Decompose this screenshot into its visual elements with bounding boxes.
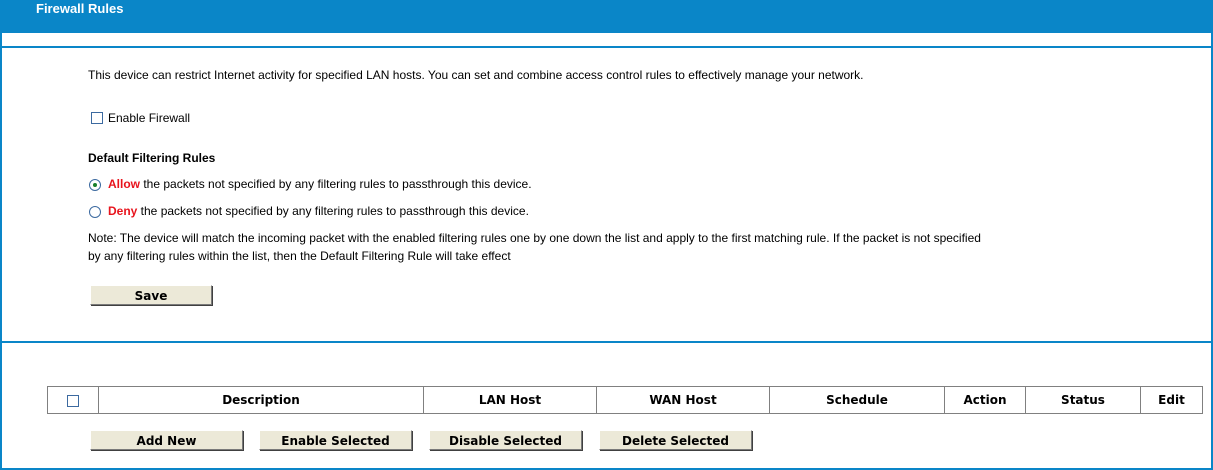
disable-selected-button[interactable]: Disable Selected [429,430,582,450]
col-description: Description [98,386,424,414]
rules-table: Description LAN Host WAN Host Schedule A… [47,386,1203,414]
col-schedule: Schedule [769,386,945,414]
deny-option-label: Deny the packets not specified by any fi… [108,204,529,218]
page-title: Firewall Rules [36,1,124,16]
col-lan-host: LAN Host [423,386,597,414]
allow-description: the packets not specified by any filteri… [140,177,532,191]
note-line-1: Note: The device will match the incoming… [88,231,981,245]
col-edit: Edit [1140,386,1203,414]
allow-keyword: Allow [108,177,140,191]
note-line-2: by any filtering rules within the list, … [88,249,511,263]
allow-radio[interactable] [89,179,101,191]
enable-firewall-checkbox[interactable] [91,112,103,124]
divider-top [0,46,1213,48]
divider-bottom [0,341,1213,343]
rules-table-header: Description LAN Host WAN Host Schedule A… [47,386,1203,414]
allow-option-label: Allow the packets not specified by any f… [108,177,532,191]
select-all-cell [47,386,99,414]
default-rules-heading: Default Filtering Rules [88,151,216,165]
enable-firewall-label: Enable Firewall [108,111,191,125]
title-bar: Firewall Rules [0,0,1213,33]
select-all-checkbox[interactable] [67,394,79,407]
col-status: Status [1025,386,1141,414]
deny-keyword: Deny [108,204,138,218]
delete-selected-button[interactable]: Delete Selected [599,430,752,450]
deny-radio[interactable] [89,206,101,218]
intro-text: This device can restrict Internet activi… [88,68,864,82]
col-wan-host: WAN Host [596,386,770,414]
deny-description: the packets not specified by any filteri… [137,204,529,218]
save-button[interactable]: Save [90,285,212,305]
add-new-button[interactable]: Add New [90,430,243,450]
enable-selected-button[interactable]: Enable Selected [259,430,412,450]
col-action: Action [944,386,1026,414]
